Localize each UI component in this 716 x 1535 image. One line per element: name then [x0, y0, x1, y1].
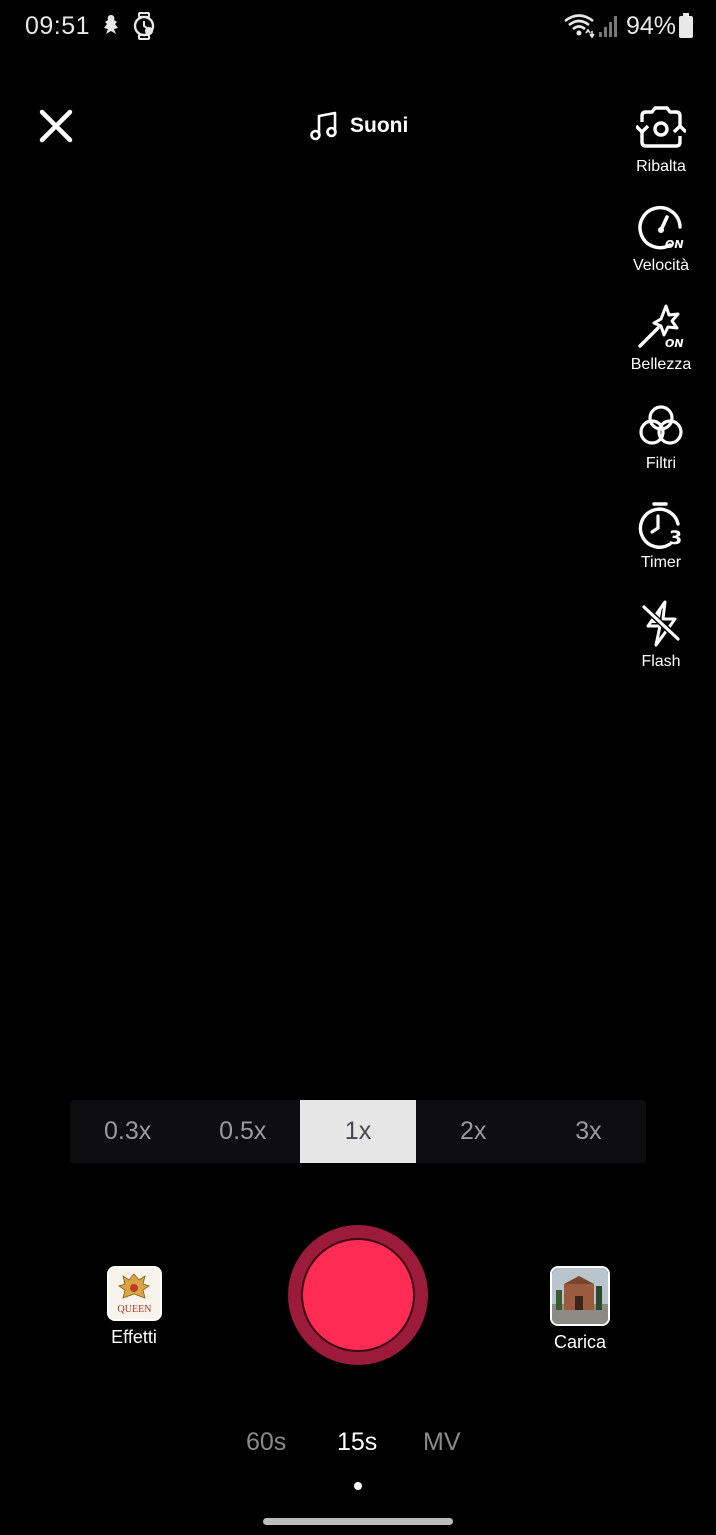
speed-icon: ON [638, 206, 684, 251]
signal-icon [598, 12, 620, 40]
effects-button[interactable]: QUEEN Effetti [74, 1266, 194, 1348]
effects-thumbnail: QUEEN [106, 1266, 162, 1321]
upload-thumbnail [550, 1266, 610, 1326]
gallery-photo-icon [552, 1268, 608, 1324]
tool-timer-label: Timer [640, 554, 682, 571]
flash-off-icon [641, 600, 681, 647]
sounds-button[interactable]: Suoni [310, 106, 408, 146]
close-button[interactable] [36, 106, 76, 146]
mode-mv[interactable]: MV [423, 1428, 461, 1457]
zoom-option-0.3x[interactable]: 0.3x [70, 1100, 185, 1163]
tool-speed-label: Velocità [632, 257, 690, 274]
record-button-inner [301, 1238, 415, 1352]
upload-button[interactable]: Carica [520, 1266, 640, 1353]
status-time: 09:51 [25, 12, 91, 40]
zoom-option-0.5x[interactable]: 0.5x [185, 1100, 300, 1163]
mode-15s[interactable]: 15s [337, 1428, 377, 1457]
close-icon [39, 109, 73, 143]
queen-crest-icon: QUEEN [108, 1268, 160, 1319]
flip-camera-icon [636, 106, 686, 148]
beauty-wand-icon: ON [638, 304, 684, 350]
battery-icon [678, 12, 694, 40]
mode-selector: 60s 15s MV [0, 1428, 716, 1468]
mode-60s[interactable]: 60s [246, 1428, 286, 1457]
tool-filters-label: Filtri [645, 455, 677, 472]
battery-percent: 94% [625, 12, 676, 40]
tool-beauty-label: Bellezza [630, 356, 692, 373]
zoom-option-1x[interactable]: 1x [300, 1100, 416, 1163]
speed-badge: ON [665, 238, 684, 251]
effects-label: Effetti [111, 1327, 157, 1347]
tool-flip-label: Ribalta [636, 158, 686, 175]
notification-icon [98, 12, 126, 40]
zoom-option-2x[interactable]: 2x [416, 1100, 531, 1163]
mode-indicator-dot [354, 1482, 362, 1490]
tool-beauty[interactable]: ON Bellezza [606, 302, 716, 374]
tool-flash[interactable]: Flash [606, 599, 716, 671]
zoom-selector: 0.3x 0.5x 1x 2x 3x [70, 1100, 646, 1163]
filters-icon [639, 405, 683, 445]
home-indicator[interactable] [263, 1518, 453, 1525]
tool-timer[interactable]: 3 Timer [606, 500, 716, 572]
timer-icon: 3 [638, 502, 682, 549]
upload-label: Carica [553, 1332, 606, 1352]
record-button[interactable] [288, 1225, 428, 1365]
svg-text:QUEEN: QUEEN [117, 1304, 151, 1315]
music-note-icon [310, 111, 337, 141]
watch-icon [132, 12, 160, 40]
beauty-badge: ON [665, 337, 684, 350]
tool-filters[interactable]: Filtri [606, 401, 716, 473]
tool-speed[interactable]: ON Velocità [606, 203, 716, 275]
wifi-icon [562, 12, 596, 40]
tool-flip[interactable]: Ribalta [606, 104, 716, 176]
status-bar: 09:51 94% [0, 0, 716, 56]
tool-flash-label: Flash [641, 653, 681, 670]
zoom-option-3x[interactable]: 3x [531, 1100, 646, 1163]
timer-badge: 3 [669, 527, 682, 549]
sounds-label: Suoni [350, 114, 409, 137]
